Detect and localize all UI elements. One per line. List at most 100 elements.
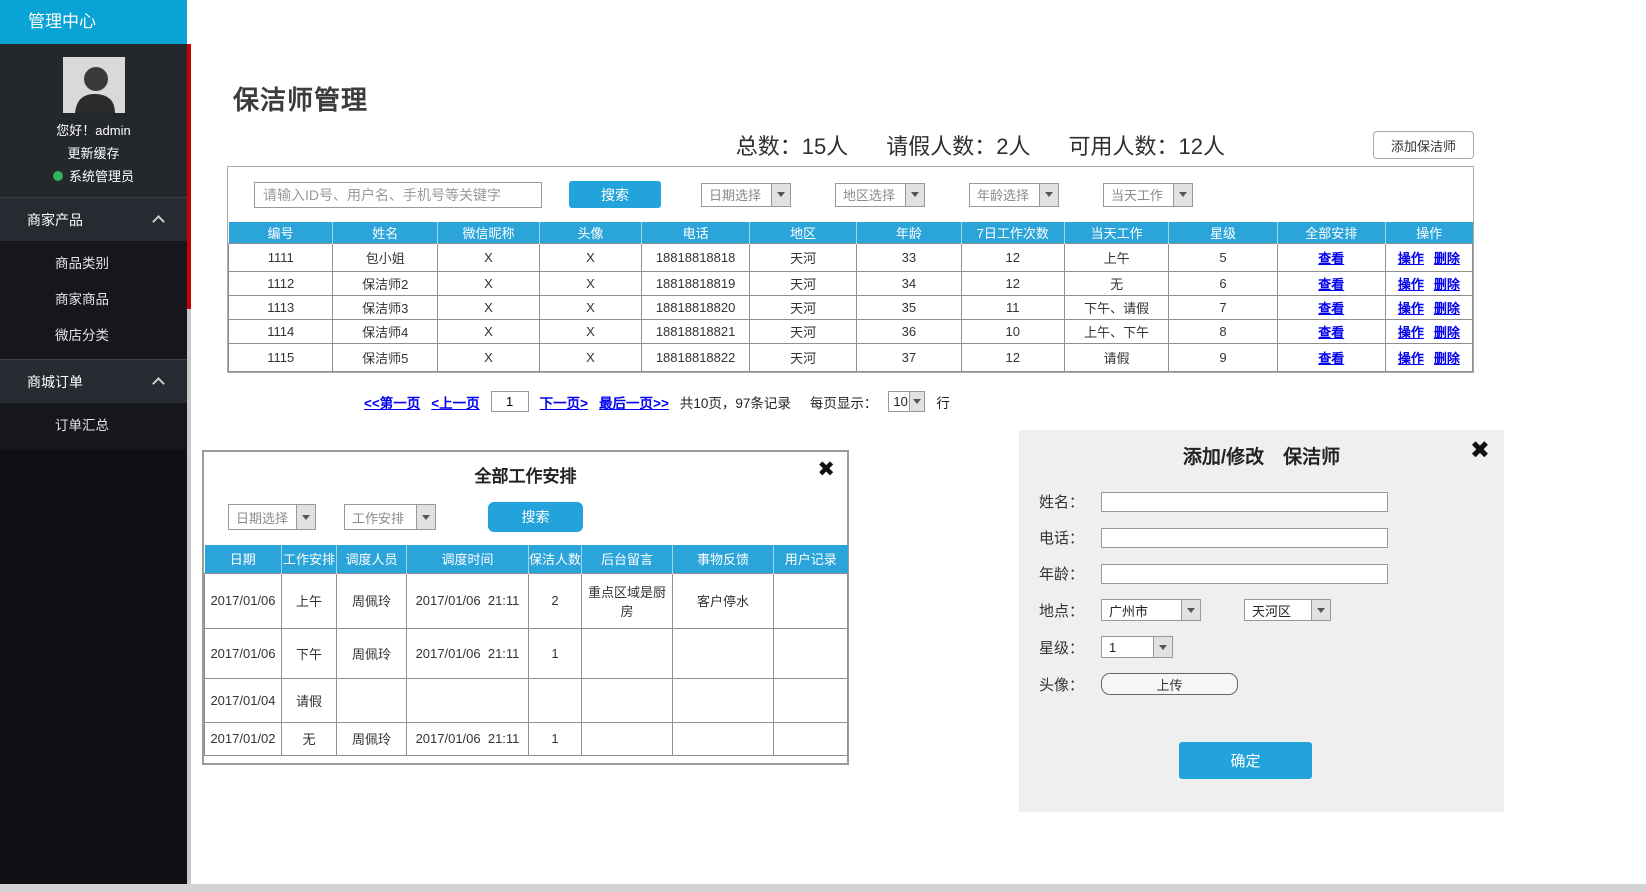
star-select[interactable]: 1: [1101, 636, 1173, 658]
dropdown-arrow-icon[interactable]: [909, 392, 924, 411]
view-schedule-link[interactable]: 查看: [1318, 301, 1344, 316]
last-page-link[interactable]: 最后一页>>: [599, 392, 669, 412]
cell-shift: 无: [282, 722, 337, 755]
cell-star: 5: [1169, 243, 1277, 271]
refresh-cache-link[interactable]: 更新缓存: [0, 143, 187, 162]
next-page-link[interactable]: 下一页>: [540, 392, 588, 412]
cell-wechat: X: [437, 343, 539, 371]
work-schedule-modal: 全部工作安排 ✖ 日期选择 工作安排 搜索: [202, 450, 849, 765]
cell-dispatch-time: 2017/01/06 21:11: [407, 722, 529, 755]
table-row: 1114 保洁师4 X X 18818818821 天河 36 10 上午、下午…: [229, 319, 1473, 343]
view-schedule-link[interactable]: 查看: [1318, 325, 1344, 340]
table-header-row: 日期 工作安排 调度人员 调度时间 保洁人数 后台留言 事物反馈 用户记录: [205, 545, 848, 573]
cell-work7: 12: [961, 271, 1064, 295]
area-filter-select[interactable]: 地区选择: [835, 183, 925, 207]
cell-id: 1115: [229, 343, 333, 371]
cell-phone: 18818818818: [641, 243, 749, 271]
prev-page-link[interactable]: <上一页: [431, 392, 479, 412]
cell-star: 6: [1169, 271, 1277, 295]
operate-link[interactable]: 操作: [1398, 351, 1424, 366]
dropdown-arrow-icon[interactable]: [1039, 184, 1058, 206]
cell-age: 37: [857, 343, 961, 371]
cell-wechat: X: [437, 319, 539, 343]
dropdown-arrow-icon[interactable]: [1173, 184, 1192, 206]
delete-link[interactable]: 删除: [1434, 301, 1460, 316]
view-schedule-link[interactable]: 查看: [1318, 277, 1344, 292]
stat-on-leave: 请假人数：2人: [886, 129, 1030, 161]
section-label: 商家产品: [27, 210, 83, 230]
date-filter-select[interactable]: 日期选择: [701, 183, 791, 207]
cell-avatar: X: [539, 243, 641, 271]
modal-date-select[interactable]: 日期选择: [228, 504, 316, 530]
dropdown-arrow-icon[interactable]: [1181, 600, 1200, 620]
scrollbar-thumb[interactable]: [187, 44, 191, 309]
close-icon[interactable]: ✖: [817, 457, 835, 482]
header-cell: 保洁人数: [529, 545, 582, 573]
operate-link[interactable]: 操作: [1398, 325, 1424, 340]
dropdown-arrow-icon[interactable]: [905, 184, 924, 206]
cell-id: 1113: [229, 295, 333, 319]
greeting-text: 您好！admin: [0, 120, 187, 139]
sidebar-item-order-summary[interactable]: 订单汇总: [0, 408, 187, 444]
horizontal-scrollbar[interactable]: [0, 884, 1646, 892]
first-page-link[interactable]: <<第一页: [364, 392, 420, 412]
header-cell: 星级: [1169, 222, 1277, 243]
view-schedule-link[interactable]: 查看: [1318, 251, 1344, 266]
search-input[interactable]: [254, 182, 542, 208]
operate-link[interactable]: 操作: [1398, 301, 1424, 316]
header-cell: 用户记录: [774, 545, 848, 573]
delete-link[interactable]: 删除: [1434, 351, 1460, 366]
phone-label: 电话：: [1039, 527, 1101, 548]
sidebar-item-merchant-goods[interactable]: 商家商品: [0, 282, 187, 318]
table-row: 2017/01/04 请假: [205, 678, 848, 722]
sidebar-section-mall-orders[interactable]: 商城订单: [0, 359, 187, 403]
header-cell: 操作: [1385, 222, 1472, 243]
operate-link[interactable]: 操作: [1398, 251, 1424, 266]
name-field[interactable]: [1101, 492, 1388, 512]
cell-star: 7: [1169, 295, 1277, 319]
cell-dispatcher: 周佩玲: [337, 573, 407, 628]
delete-link[interactable]: 删除: [1434, 277, 1460, 292]
today-work-filter-select[interactable]: 当天工作: [1103, 183, 1193, 207]
upload-button[interactable]: 上传: [1101, 673, 1238, 695]
district-select[interactable]: 天河区: [1244, 599, 1331, 621]
search-button[interactable]: 搜索: [569, 181, 661, 208]
view-schedule-link[interactable]: 查看: [1318, 351, 1344, 366]
per-page-select[interactable]: 10: [888, 391, 925, 412]
age-field[interactable]: [1101, 564, 1388, 584]
age-filter-select[interactable]: 年龄选择: [969, 183, 1059, 207]
phone-field[interactable]: [1101, 528, 1388, 548]
dropdown-arrow-icon[interactable]: [771, 184, 790, 206]
sidebar-section-merchant-products[interactable]: 商家产品: [0, 197, 187, 241]
modal-work-select[interactable]: 工作安排: [344, 504, 436, 530]
operate-link[interactable]: 操作: [1398, 277, 1424, 292]
dropdown-arrow-icon[interactable]: [1153, 637, 1172, 657]
page-number-input[interactable]: [491, 391, 529, 412]
dropdown-arrow-icon[interactable]: [1311, 600, 1330, 620]
modal-search-button[interactable]: 搜索: [488, 502, 583, 532]
close-icon[interactable]: ✖: [1470, 436, 1490, 465]
city-select[interactable]: 广州市: [1101, 599, 1201, 621]
add-cleaner-button[interactable]: 添加保洁师: [1373, 131, 1474, 159]
delete-link[interactable]: 删除: [1434, 325, 1460, 340]
vertical-scrollbar[interactable]: [187, 44, 191, 884]
header-cell: 姓名: [333, 222, 437, 243]
cell-id: 1112: [229, 271, 333, 295]
cell-id: 1111: [229, 243, 333, 271]
sidebar-item-goods-category[interactable]: 商品类别: [0, 246, 187, 282]
cell-user-record: [774, 628, 848, 678]
header-cell: 年龄: [857, 222, 961, 243]
chevron-up-icon: [152, 215, 165, 228]
cell-user-record: [774, 573, 848, 628]
cell-avatar: X: [539, 343, 641, 371]
cell-dispatcher: 周佩玲: [337, 722, 407, 755]
cell-cleaner-count: 1: [529, 628, 582, 678]
dropdown-arrow-icon[interactable]: [296, 505, 315, 529]
cell-today: 上午、下午: [1064, 319, 1168, 343]
cell-dispatcher: [337, 678, 407, 722]
confirm-button[interactable]: 确定: [1179, 742, 1312, 779]
delete-link[interactable]: 删除: [1434, 251, 1460, 266]
dropdown-arrow-icon[interactable]: [416, 505, 435, 529]
top-bar: 管理中心: [0, 0, 1646, 44]
sidebar-item-weidian-category[interactable]: 微店分类: [0, 318, 187, 354]
